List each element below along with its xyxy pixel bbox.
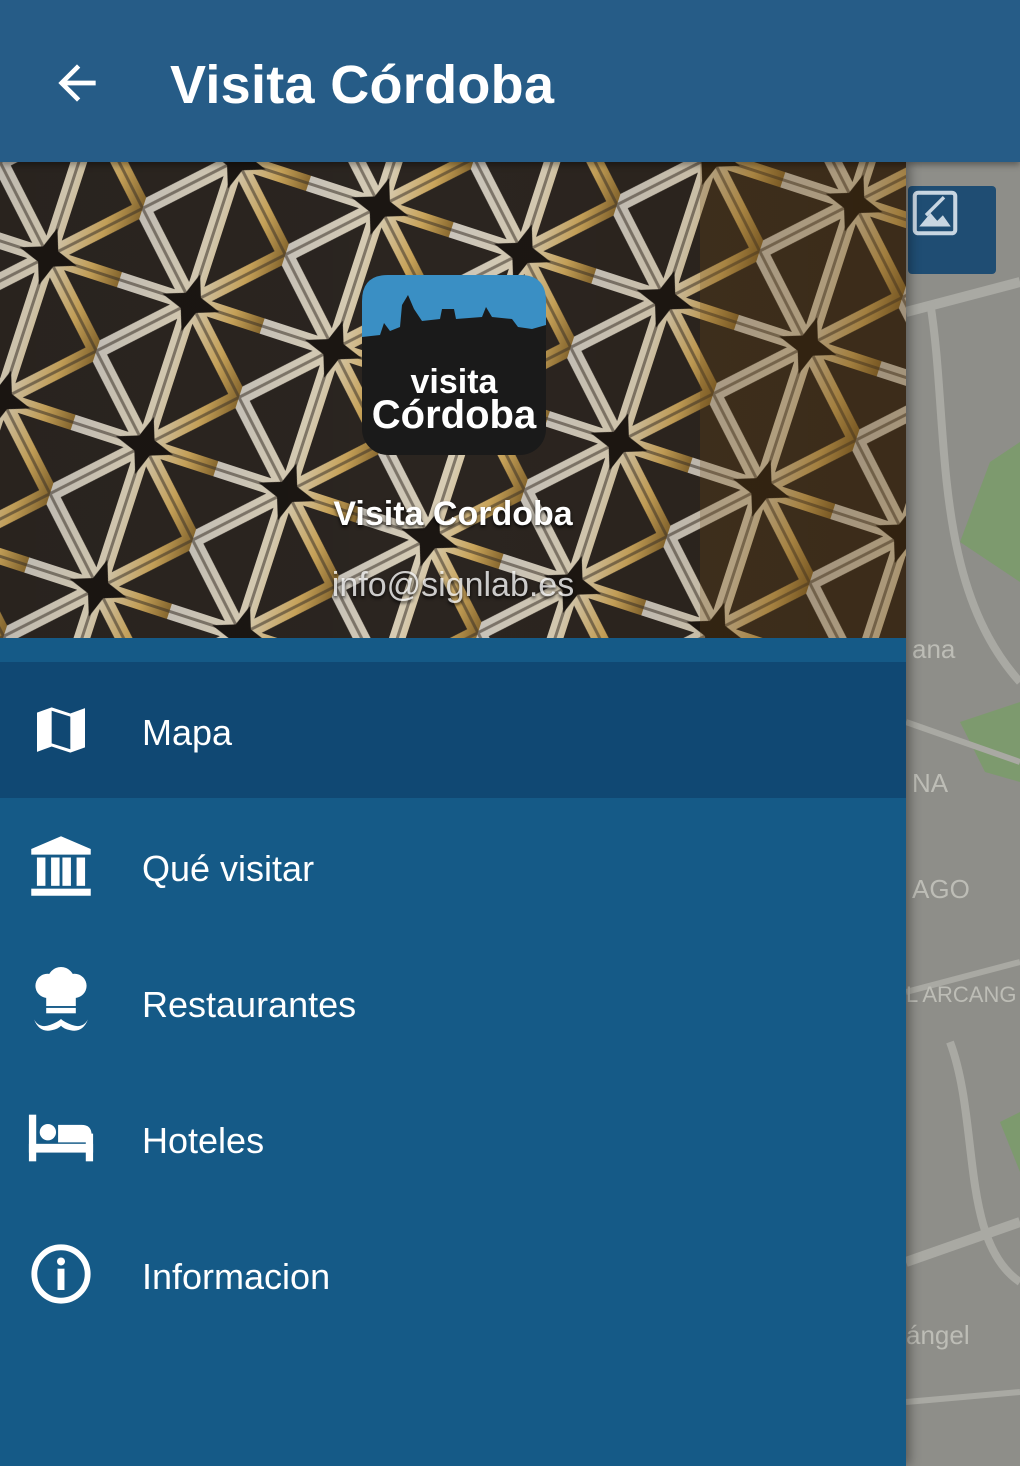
menu-label: Mapa bbox=[142, 712, 233, 753]
menu-label: Hoteles bbox=[142, 1120, 265, 1161]
map-label: NA bbox=[912, 768, 949, 798]
map-label: AGO bbox=[912, 874, 970, 904]
back-button[interactable] bbox=[40, 46, 114, 120]
map-label: ángel bbox=[906, 1320, 970, 1350]
menu-item-hoteles[interactable]: Hoteles bbox=[0, 1070, 906, 1206]
menu-item-mapa[interactable]: Mapa bbox=[0, 662, 906, 798]
account-email: info@signlab.es bbox=[331, 566, 575, 604]
menu-label: Informacion bbox=[142, 1256, 331, 1297]
map-label: L ARCANG bbox=[906, 982, 1017, 1007]
drawer-header: visita Córdoba Visita Cordoba info@signl… bbox=[0, 162, 906, 638]
app-bar: Visita Córdoba bbox=[0, 0, 1020, 162]
map-layers-icon bbox=[912, 190, 958, 236]
museum-icon bbox=[26, 834, 96, 898]
app-logo: visita Córdoba bbox=[362, 275, 546, 455]
map-label: ana bbox=[912, 634, 956, 664]
menu-item-informacion[interactable]: Informacion bbox=[0, 1206, 906, 1342]
arrow-back-icon bbox=[58, 64, 96, 102]
map-layers-button[interactable] bbox=[908, 186, 996, 274]
logo-text-line2: Córdoba bbox=[371, 393, 537, 437]
drawer-menu: Mapa Qué visitar Restaurantes Hoteles In… bbox=[0, 662, 906, 1342]
menu-label: Qué visitar bbox=[142, 848, 315, 889]
page-title: Visita Córdoba bbox=[170, 55, 555, 115]
hotel-bed-icon bbox=[26, 1106, 96, 1170]
menu-item-restaurantes[interactable]: Restaurantes bbox=[0, 934, 906, 1070]
info-icon bbox=[26, 1242, 96, 1306]
chef-icon bbox=[26, 967, 96, 1034]
navigation-drawer: visita Córdoba Visita Cordoba info@signl… bbox=[0, 162, 906, 1466]
map-icon bbox=[26, 698, 96, 762]
account-name: Visita Cordoba bbox=[333, 495, 573, 533]
menu-label: Restaurantes bbox=[142, 984, 357, 1025]
menu-item-que-visitar[interactable]: Qué visitar bbox=[0, 798, 906, 934]
